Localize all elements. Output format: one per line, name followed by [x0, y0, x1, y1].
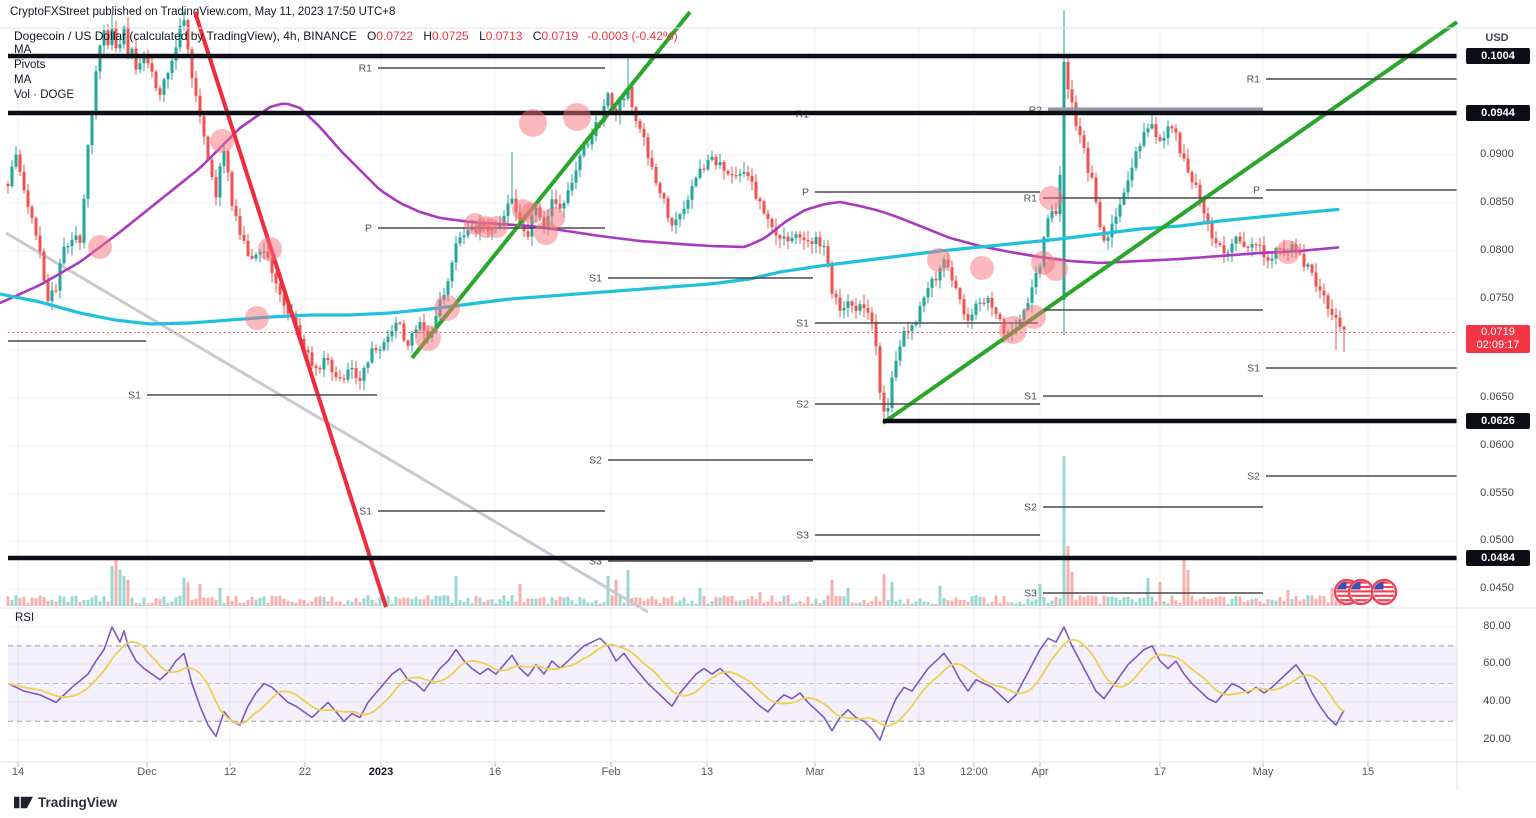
pivot-label: S3	[796, 530, 809, 542]
event-circle-marker[interactable]	[88, 235, 112, 259]
rsi-tick-label: 40.00	[1462, 695, 1532, 707]
price-change: -0.0003 (-0.42%)	[588, 29, 678, 43]
event-circle-marker[interactable]	[1044, 257, 1068, 281]
pivot-label: S2	[1247, 471, 1260, 483]
green-uptrend-2[interactable]	[883, 22, 1457, 423]
currency-label: USD	[1462, 32, 1532, 44]
event-circle-marker[interactable]	[1039, 186, 1063, 210]
red-downtrend[interactable]	[195, 12, 386, 607]
indicator-label-ma2[interactable]: MA	[14, 74, 31, 86]
event-circle-marker[interactable]	[245, 306, 269, 330]
ma-cyan-line	[0, 209, 1338, 324]
time-tick-label: 14	[12, 766, 24, 778]
rsi-tick-label: 80.00	[1462, 620, 1532, 632]
pivot-label: R1	[1247, 74, 1261, 86]
pivot-label: S1	[128, 390, 141, 402]
price-level-badge: 0.0484	[1466, 550, 1530, 566]
tradingview-logo-icon	[14, 794, 33, 811]
rsi-tick-label: 20.00	[1462, 733, 1532, 745]
chart-legend: Dogecoin / US Dollar (calculated by Trad…	[14, 29, 678, 43]
time-tick-label: 22	[299, 766, 311, 778]
time-tick-label: 16	[489, 766, 501, 778]
event-circle-marker[interactable]	[210, 129, 234, 153]
event-circle-marker[interactable]	[415, 325, 441, 351]
event-circle-marker[interactable]	[434, 295, 460, 321]
time-tick-label: 13	[701, 766, 713, 778]
pivot-label: S1	[589, 273, 602, 285]
pivot-label: S1	[359, 506, 372, 518]
event-markers-layer	[88, 103, 1300, 351]
pivot-label: R1	[1024, 193, 1038, 205]
time-tick-label: May	[1253, 766, 1274, 778]
time-tick-label: Dec	[137, 766, 157, 778]
volume-layer	[7, 456, 1346, 606]
pivot-label: P	[1253, 185, 1260, 197]
price-level-badge: 0.1004	[1466, 48, 1530, 64]
time-tick-label: 2023	[369, 766, 393, 778]
time-tick-label: 17	[1154, 766, 1166, 778]
price-tick-label: 0.0800	[1462, 244, 1532, 256]
pivot-label: S3	[1024, 588, 1037, 600]
price-tick-label: 0.0450	[1462, 582, 1532, 594]
pivot-label: S1	[796, 318, 809, 330]
price-tick-label: 0.0500	[1462, 534, 1532, 546]
us-flag-event-icon[interactable]	[1372, 580, 1396, 604]
price-tick-label: 0.0750	[1462, 292, 1532, 304]
price-chart[interactable]: S1R1PS1S1S2S3R1PS1S2S3R2R1S1S2S3R1PS1S2	[0, 0, 1536, 818]
event-circle-marker[interactable]	[521, 202, 543, 224]
pivot-label: S2	[589, 455, 602, 467]
tradingview-logo[interactable]: TradingView	[14, 794, 117, 811]
indicator-label-volume[interactable]: Vol · DOGE	[14, 89, 74, 101]
time-tick-label: 15	[1362, 766, 1374, 778]
rsi-band	[8, 646, 1457, 721]
event-circle-marker[interactable]	[970, 256, 994, 280]
price-level-badge: 0.0944	[1466, 105, 1530, 121]
time-tick-label: Apr	[1031, 766, 1048, 778]
price-tick-label: 0.0550	[1462, 487, 1532, 499]
time-tick-label: 12:00	[960, 766, 988, 778]
event-circle-marker[interactable]	[1276, 240, 1300, 264]
event-circle-marker[interactable]	[1022, 305, 1046, 329]
event-circle-marker[interactable]	[258, 237, 282, 261]
event-circle-marker[interactable]	[927, 248, 951, 272]
time-tick-label: Mar	[806, 766, 825, 778]
current-price-badge: 0.071902:09:17	[1466, 325, 1530, 353]
event-circle-marker[interactable]	[486, 216, 508, 238]
rsi-tick-label: 60.00	[1462, 657, 1532, 669]
rsi-pane-label[interactable]: RSI	[15, 612, 34, 624]
indicator-label-pivots[interactable]: Pivots	[14, 59, 45, 71]
event-circle-marker[interactable]	[519, 109, 547, 137]
indicator-label-ma1[interactable]: MA	[14, 44, 31, 56]
pivot-label: S1	[1024, 391, 1037, 403]
event-circle-marker[interactable]	[543, 207, 565, 229]
price-tick-label: 0.0600	[1462, 439, 1532, 451]
pivot-label: P	[802, 187, 809, 199]
pivot-label: S2	[796, 399, 809, 411]
time-tick-label: 13	[913, 766, 925, 778]
price-tick-label: 0.0850	[1462, 196, 1532, 208]
symbol-title[interactable]: Dogecoin / US Dollar (calculated by Trad…	[14, 29, 357, 43]
event-circle-marker[interactable]	[563, 103, 591, 131]
pivot-label: S2	[1024, 502, 1037, 514]
price-level-badge: 0.0626	[1466, 413, 1530, 429]
tradingview-chart-page: CryptoFXStreet published on TradingView.…	[0, 0, 1536, 818]
time-tick-label: Feb	[602, 766, 621, 778]
price-tick-label: 0.0900	[1462, 148, 1532, 160]
us-flag-event-icon[interactable]	[1349, 580, 1373, 604]
pivot-label: P	[365, 223, 372, 235]
pivot-label: S1	[1247, 363, 1260, 375]
pivot-label: R1	[359, 63, 373, 75]
time-tick-label: 12	[224, 766, 236, 778]
candles-layer	[7, 10, 1346, 419]
price-tick-label: 0.0650	[1462, 391, 1532, 403]
